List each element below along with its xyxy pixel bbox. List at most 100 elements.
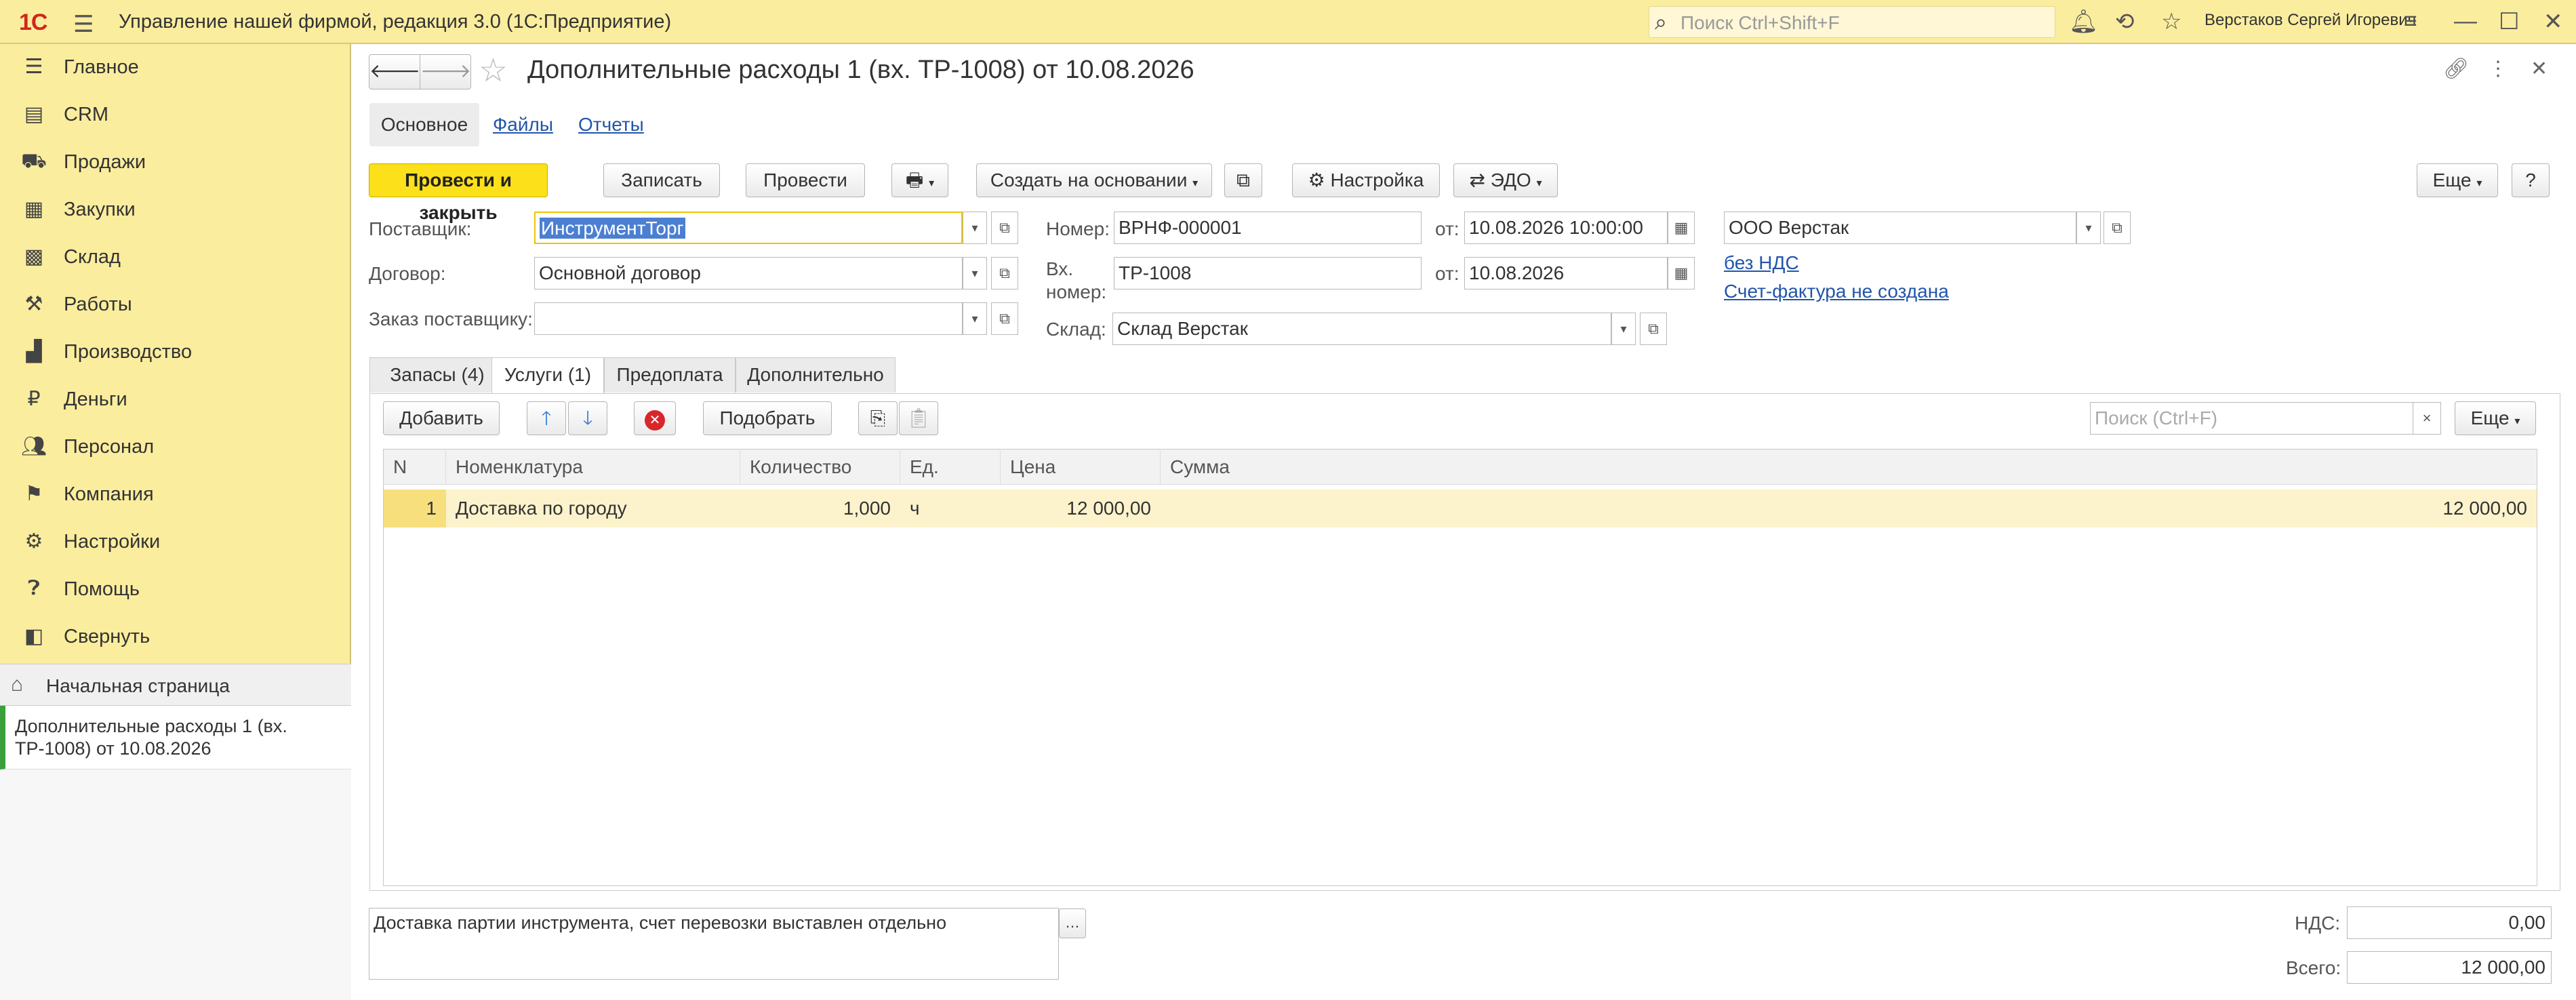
warehouse-field[interactable]: Склад Верстак xyxy=(1112,313,1611,345)
delete-row-button[interactable]: ✕ xyxy=(634,401,676,435)
table-more-button[interactable]: Еще ▾ xyxy=(2455,401,2536,435)
company-dropdown-button[interactable]: ▾ xyxy=(2076,212,2101,244)
cell-item[interactable]: Доставка по городу xyxy=(446,491,740,526)
paste-rows-button[interactable]: 📋︎ xyxy=(899,401,938,435)
contract-field[interactable]: Основной договор xyxy=(534,257,963,289)
pick-button[interactable]: Подобрать xyxy=(703,401,832,435)
warehouse-dropdown-button[interactable]: ▾ xyxy=(1611,313,1636,345)
global-search-input[interactable]: ⌕ Поиск Ctrl+Shift+F xyxy=(1649,6,2055,38)
edo-button[interactable]: ⇄ ЭДО ▾ xyxy=(1453,163,1558,197)
subnav-main[interactable]: Основное xyxy=(369,103,479,146)
settings-button[interactable]: ⚙ Настройка xyxy=(1292,163,1440,197)
sidebar-item-personnel[interactable]: 👥︎ Персонал xyxy=(0,424,351,471)
favorite-star-icon[interactable]: ☆ xyxy=(479,52,508,89)
move-down-button[interactable]: 🡓 xyxy=(568,401,607,435)
structure-button[interactable]: ⧉ xyxy=(1224,163,1262,197)
column-header-sum[interactable]: Сумма xyxy=(1161,450,2537,484)
contract-open-button[interactable]: ⧉ xyxy=(991,257,1018,289)
cell-unit[interactable]: ч xyxy=(900,491,1001,526)
incoming-date-field[interactable]: 10.08.2026 xyxy=(1464,257,1668,289)
date-field[interactable]: 10.08.2026 10:00:00 xyxy=(1464,212,1668,244)
supplier-order-dropdown-button[interactable]: ▾ xyxy=(963,302,987,335)
invoice-link[interactable]: Счет-фактура не создана xyxy=(1724,281,1949,302)
sidebar-item-production[interactable]: ▟ Производство xyxy=(0,329,351,376)
supplier-order-open-button[interactable]: ⧉ xyxy=(991,302,1018,335)
cell-quantity[interactable]: 1,000 xyxy=(740,491,900,526)
add-row-button[interactable]: Добавить xyxy=(383,401,500,435)
settings-lines-icon[interactable]: ≡ xyxy=(2404,8,2417,35)
help-button[interactable]: ? xyxy=(2512,163,2550,197)
forward-button[interactable]: 🡒 xyxy=(420,54,471,89)
sidebar-item-sales[interactable]: ⛟ Продажи xyxy=(0,139,351,186)
incoming-date-picker-button[interactable]: ▦ xyxy=(1668,257,1695,289)
company-open-button[interactable]: ⧉ xyxy=(2104,212,2131,244)
copy-rows-button[interactable]: ⎘ xyxy=(858,401,898,435)
move-up-button[interactable]: 🡑 xyxy=(527,401,566,435)
sidebar-item-settings[interactable]: ⚙ Настройки xyxy=(0,519,351,566)
comment-expand-button[interactable]: … xyxy=(1059,908,1086,938)
sidebar-item-main[interactable]: ☰ Главное xyxy=(0,44,351,92)
vat-link[interactable]: без НДС xyxy=(1724,252,1799,274)
cell-sum[interactable]: 12 000,00 xyxy=(1161,491,2537,526)
menu-lines-icon: ☰ xyxy=(24,56,43,78)
sidebar-item-help[interactable]: ❓︎ Помощь xyxy=(0,566,351,614)
print-button[interactable]: 🖶 ▾ xyxy=(891,163,948,197)
column-header-unit[interactable]: Ед. xyxy=(900,450,1001,484)
post-and-close-button[interactable]: Провести и закрыть xyxy=(369,163,548,223)
subnav-reports[interactable]: Отчеты xyxy=(578,114,644,136)
money-icon: ₽ xyxy=(27,388,41,410)
sidebar-item-crm[interactable]: ▤ CRM xyxy=(0,92,351,139)
sidebar-item-label: Свернуть xyxy=(64,626,150,647)
close-form-icon[interactable]: ✕ xyxy=(2531,57,2548,81)
cell-price[interactable]: 12 000,00 xyxy=(1001,491,1161,526)
incoming-number-field[interactable]: ТР-1008 xyxy=(1114,257,1422,289)
subnav-files[interactable]: Файлы xyxy=(493,114,553,136)
sidebar-item-purchases[interactable]: ▦ Закупки xyxy=(0,186,351,234)
more-vertical-icon[interactable]: ⋮ xyxy=(2488,57,2508,81)
comment-field[interactable]: Доставка партии инструмента, счет перево… xyxy=(369,908,1059,980)
favorites-star-icon[interactable]: ☆ xyxy=(2161,8,2181,35)
column-header-quantity[interactable]: Количество xyxy=(740,450,900,484)
sidebar-item-company[interactable]: ⚑ Компания xyxy=(0,471,351,519)
supplier-dropdown-button[interactable]: ▾ xyxy=(963,212,987,244)
tab-services[interactable]: Услуги (1) xyxy=(491,357,604,394)
user-name[interactable]: Верстаков Сергей Игоревич xyxy=(2205,11,2416,30)
home-page-link[interactable]: ⌂ Начальная страница xyxy=(0,664,351,706)
save-button[interactable]: Записать xyxy=(603,163,720,197)
delete-icon: ✕ xyxy=(645,410,665,431)
notifications-bell-icon[interactable]: 🔔︎ xyxy=(2069,8,2098,35)
supplier-open-button[interactable]: ⧉ xyxy=(991,212,1018,244)
open-window-label: Дополнительные расходы 1 (вх. ТР-1008) о… xyxy=(15,716,287,759)
number-field[interactable]: ВРНФ-000001 xyxy=(1114,212,1422,244)
create-based-on-button[interactable]: Создать на основании ▾ xyxy=(976,163,1212,197)
supplier-order-field[interactable] xyxy=(534,302,963,335)
tab-additional[interactable]: Дополнительно xyxy=(736,357,895,393)
sidebar-item-collapse[interactable]: ◧ Свернуть xyxy=(0,614,351,661)
column-header-item[interactable]: Номенклатура xyxy=(446,450,740,484)
cell-n[interactable]: 1 xyxy=(384,491,446,526)
tab-inventory[interactable]: Запасы (4) xyxy=(369,357,505,393)
column-header-n[interactable]: N xyxy=(384,450,446,484)
sidebar-item-warehouse[interactable]: ▩ Склад xyxy=(0,234,351,281)
contract-dropdown-button[interactable]: ▾ xyxy=(963,257,987,289)
main-menu-icon[interactable]: ☰ xyxy=(73,11,94,38)
sidebar-item-works[interactable]: ⚒ Работы xyxy=(0,281,351,329)
tab-prepayment[interactable]: Предоплата xyxy=(604,357,736,393)
minimize-icon[interactable]: — xyxy=(2454,8,2477,35)
warehouse-open-button[interactable]: ⧉ xyxy=(1640,313,1667,345)
close-window-icon[interactable]: ✕ xyxy=(2543,8,2563,35)
link-icon[interactable]: 🔗︎ xyxy=(2443,57,2469,81)
sidebar-item-money[interactable]: ₽ Деньги xyxy=(0,376,351,424)
maximize-icon[interactable]: ☐ xyxy=(2499,8,2519,35)
column-header-price[interactable]: Цена xyxy=(1001,450,1161,484)
back-button[interactable]: 🡐 xyxy=(369,54,420,89)
history-icon[interactable]: ⟲ xyxy=(2115,8,2135,35)
post-button[interactable]: Провести xyxy=(746,163,865,197)
supplier-field[interactable]: ИнструментТорг xyxy=(534,212,963,244)
open-window-tab[interactable]: Дополнительные расходы 1 (вх. ТР-1008) о… xyxy=(0,706,351,769)
company-field[interactable]: ООО Верстак xyxy=(1724,212,2076,244)
date-picker-button[interactable]: ▦ xyxy=(1668,212,1695,244)
table-search-input[interactable]: Поиск (Ctrl+F) xyxy=(2090,402,2414,435)
more-button[interactable]: Еще ▾ xyxy=(2417,163,2498,197)
clear-search-button[interactable]: × xyxy=(2413,402,2441,435)
